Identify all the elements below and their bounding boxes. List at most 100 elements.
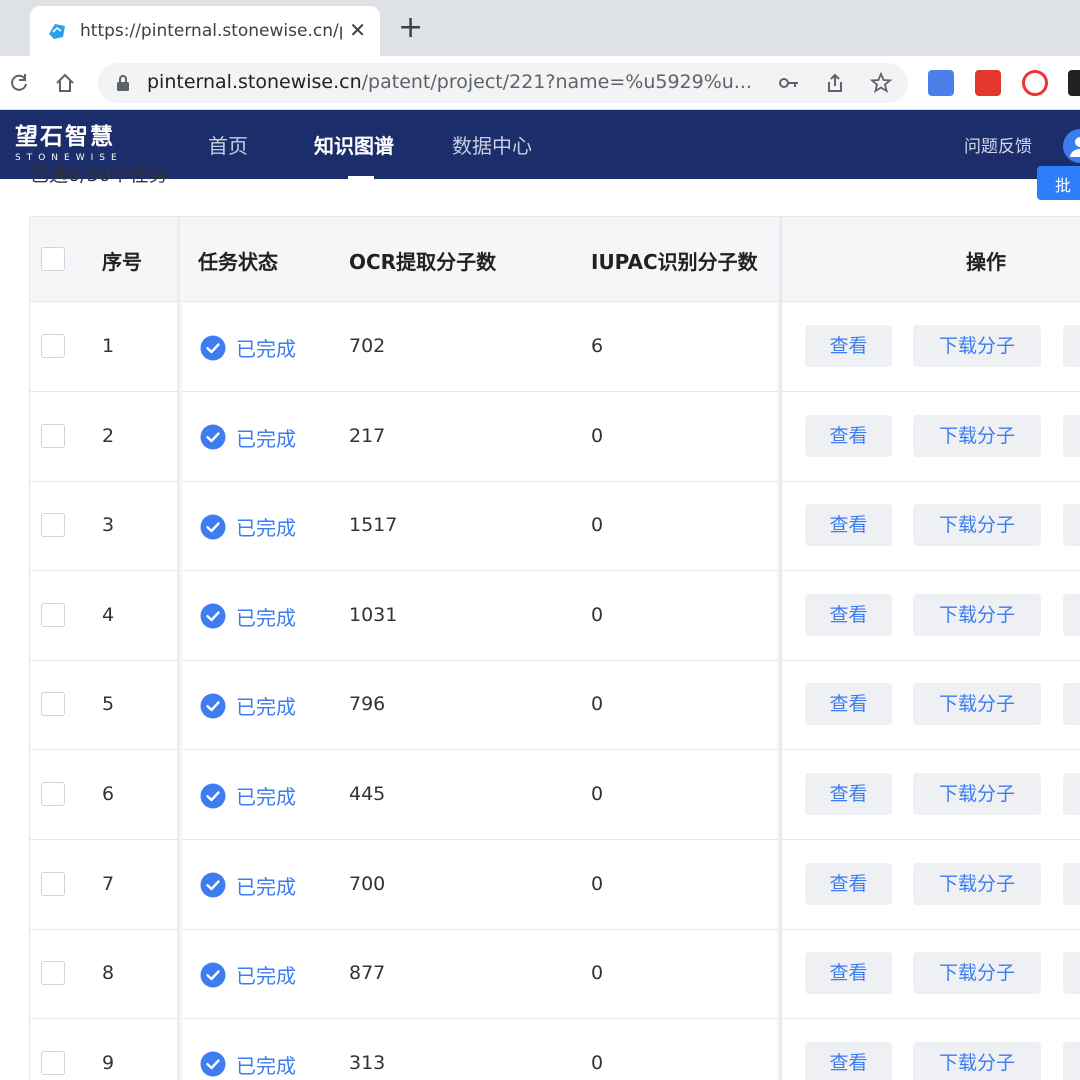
nav-knowledge-graph[interactable]: 知识图谱 (314, 130, 394, 159)
download-molecules-button[interactable]: 下载分子 (913, 504, 1041, 547)
batch-action-button[interactable]: 批 (1037, 166, 1080, 200)
row-checkbox[interactable] (41, 782, 65, 806)
extension-icon-dark[interactable] (1068, 70, 1080, 96)
key-icon[interactable] (778, 72, 800, 94)
download-molecules-button[interactable]: 下载分子 (913, 862, 1041, 905)
close-tab-icon[interactable]: ✕ (349, 19, 366, 41)
table-row: 8 已完成 877 0 查看 下载分子 (30, 929, 1080, 1020)
row-checkbox[interactable] (41, 692, 65, 717)
header-ocr: OCR提取分子数 (349, 250, 497, 274)
table-header: 序号 任务状态 OCR提取分子数 IUPAC识别分子数 操作 (30, 217, 1080, 302)
selection-count: 已选0/30个任务 (30, 164, 168, 186)
status-text: 已完成 (236, 785, 296, 809)
status-badge: 已完成 (200, 691, 296, 720)
status-text: 已完成 (236, 1053, 296, 1078)
status-text: 已完成 (236, 874, 296, 899)
view-button[interactable]: 查看 (805, 325, 892, 367)
row-checkbox[interactable] (41, 423, 65, 448)
row-checkbox[interactable] (41, 871, 65, 896)
view-button[interactable]: 查看 (805, 862, 892, 905)
tab-title: https://pinternal.stonewise.cn/p (80, 21, 342, 41)
more-action-button[interactable] (1063, 325, 1080, 367)
more-action-button[interactable] (1063, 504, 1080, 547)
view-button[interactable]: 查看 (805, 773, 892, 815)
table-row: 7 已完成 700 0 查看 下载分子 (30, 840, 1080, 930)
status-text: 已完成 (236, 337, 296, 361)
nav-data-center[interactable]: 数据中心 (452, 130, 532, 159)
more-action-button[interactable] (1063, 952, 1080, 995)
download-molecules-button[interactable]: 下载分子 (913, 593, 1041, 636)
header-actions: 操作 (966, 250, 1006, 274)
cell-ocr-count: 313 (349, 1051, 386, 1074)
table-row: 4 已完成 1031 0 查看 下载分子 (30, 571, 1080, 661)
row-checkbox[interactable] (41, 513, 65, 538)
select-all-checkbox[interactable] (41, 247, 65, 271)
more-action-button[interactable] (1063, 414, 1080, 457)
cell-iupac-count: 0 (591, 693, 604, 716)
view-button[interactable]: 查看 (805, 1041, 892, 1080)
lock-icon[interactable] (116, 74, 130, 92)
batch-action-label: 批 (1055, 176, 1072, 195)
address-bar[interactable]: pinternal.stonewise.cn/patent/project/22… (98, 63, 908, 103)
download-molecules-button[interactable]: 下载分子 (913, 952, 1041, 995)
task-table: 序号 任务状态 OCR提取分子数 IUPAC识别分子数 操作 1 已完成 702 6 查… (29, 216, 1080, 1080)
more-action-button[interactable] (1063, 862, 1080, 905)
user-icon (1070, 137, 1080, 157)
translate-extension-icon[interactable] (928, 70, 954, 96)
row-checkbox[interactable] (41, 961, 65, 986)
share-icon[interactable] (824, 72, 846, 94)
nav-home[interactable]: 首页 (208, 130, 248, 159)
browser-tab-strip: https://pinternal.stonewise.cn/p ✕ + (0, 0, 1080, 56)
more-action-button[interactable] (1063, 1041, 1080, 1080)
view-button[interactable]: 查看 (805, 414, 892, 457)
more-action-button[interactable] (1063, 593, 1080, 636)
view-button[interactable]: 查看 (805, 593, 892, 636)
check-circle-icon (200, 962, 226, 988)
cell-index: 2 (102, 424, 115, 447)
header-iupac: IUPAC识别分子数 (591, 250, 758, 274)
site-favicon-icon (49, 24, 65, 39)
download-molecules-button[interactable]: 下载分子 (913, 683, 1041, 726)
download-molecules-button[interactable]: 下载分子 (913, 414, 1041, 457)
extension-icon-red[interactable] (975, 70, 1001, 96)
bookmark-star-icon[interactable] (870, 72, 892, 94)
table-row: 6 已完成 445 0 查看 下载分子 (30, 750, 1080, 840)
new-tab-icon[interactable]: + (398, 13, 423, 43)
more-action-button[interactable] (1063, 773, 1080, 815)
reload-icon[interactable] (4, 68, 34, 98)
row-checkbox[interactable] (41, 602, 65, 627)
row-checkbox[interactable] (41, 334, 65, 358)
status-text: 已完成 (236, 695, 296, 720)
url-text[interactable]: pinternal.stonewise.cn/patent/project/22… (147, 71, 767, 93)
download-molecules-button[interactable]: 下载分子 (913, 325, 1041, 367)
view-button[interactable]: 查看 (805, 683, 892, 726)
cell-index: 9 (102, 1051, 115, 1074)
fixed-column-shadow-right (777, 217, 782, 1080)
table-row: 9 已完成 313 0 查看 下载分子 (30, 1019, 1080, 1080)
view-button[interactable]: 查看 (805, 504, 892, 547)
check-circle-icon (200, 693, 226, 719)
cell-iupac-count: 0 (591, 603, 604, 626)
check-circle-icon (200, 783, 226, 808)
status-text: 已完成 (236, 426, 296, 451)
weibo-extension-icon[interactable] (1022, 70, 1048, 96)
cell-index: 5 (102, 693, 115, 716)
home-icon[interactable] (50, 68, 80, 98)
browser-tab[interactable]: https://pinternal.stonewise.cn/p ✕ (30, 6, 380, 56)
status-badge: 已完成 (200, 512, 296, 541)
more-action-button[interactable] (1063, 683, 1080, 726)
download-molecules-button[interactable]: 下载分子 (913, 773, 1041, 815)
row-checkbox[interactable] (41, 1050, 65, 1075)
user-avatar[interactable] (1063, 129, 1080, 163)
view-button[interactable]: 查看 (805, 952, 892, 995)
cell-iupac-count: 0 (591, 424, 604, 447)
cell-iupac-count: 0 (591, 514, 604, 537)
status-badge: 已完成 (200, 960, 296, 989)
fixed-column-shadow-left (177, 217, 182, 1080)
logo-cn-text: 望石智慧 (15, 124, 115, 150)
download-molecules-button[interactable]: 下载分子 (913, 1041, 1041, 1080)
feedback-link[interactable]: 问题反馈 (964, 132, 1032, 157)
brand-logo[interactable]: 望石智慧 STONEWISE (15, 124, 123, 164)
cell-index: 1 (102, 335, 115, 357)
table-row: 1 已完成 702 6 查看 下载分子 (30, 302, 1080, 392)
